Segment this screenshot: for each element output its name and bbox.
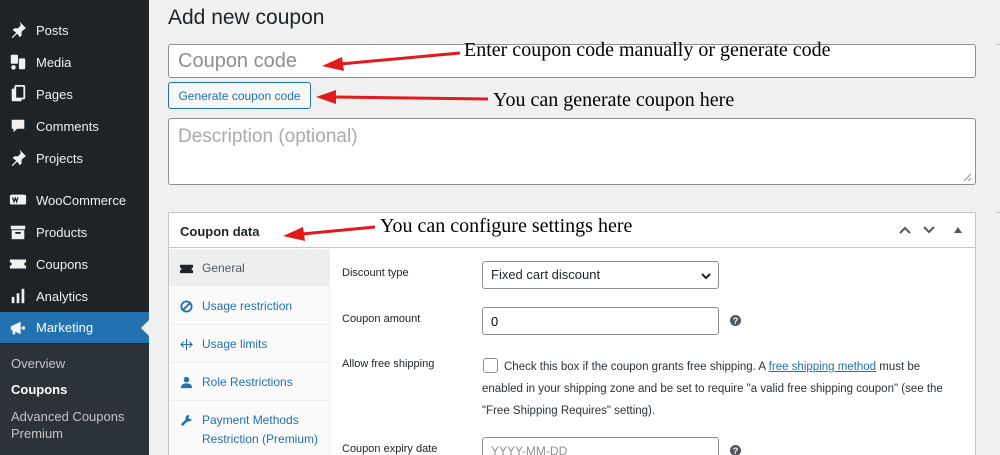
woo-icon bbox=[8, 190, 28, 210]
panel-title: Coupon data bbox=[180, 224, 260, 239]
chevron-up-icon[interactable] bbox=[897, 222, 913, 238]
sidebar-item-projects[interactable]: Projects bbox=[0, 143, 149, 173]
ticket-icon bbox=[179, 261, 193, 275]
tab-usage-restriction[interactable]: Usage restriction bbox=[169, 287, 330, 325]
annotation-settings: You can configure settings here bbox=[380, 215, 633, 237]
help-icon[interactable]: ? bbox=[730, 445, 741, 455]
expiry-date-input[interactable] bbox=[482, 437, 719, 455]
block-icon bbox=[179, 299, 193, 313]
resize-grip-icon[interactable] bbox=[962, 172, 972, 182]
pin-icon bbox=[8, 148, 28, 168]
sidebar-item-label: Analytics bbox=[36, 288, 89, 304]
description-textarea[interactable] bbox=[168, 118, 976, 185]
expiry-date-label: Coupon expiry date bbox=[342, 443, 438, 455]
coupon-data-panel: Coupon data General Usage restriction Us… bbox=[168, 212, 976, 455]
page-title: Add new coupon bbox=[168, 6, 325, 29]
sidebar-item-woocommerce[interactable]: WooCommerce bbox=[0, 185, 149, 215]
wrench-icon bbox=[179, 413, 193, 427]
ticket-icon bbox=[8, 254, 28, 274]
submenu-overview[interactable]: Overview bbox=[11, 355, 141, 372]
coupon-amount-input[interactable] bbox=[482, 307, 719, 335]
submenu-coupons[interactable]: Coupons bbox=[11, 381, 141, 398]
pin-icon bbox=[8, 20, 28, 40]
sidebar-item-label: Pages bbox=[36, 86, 73, 102]
sidebar-item-label: Products bbox=[36, 224, 88, 240]
coupon-amount-label: Coupon amount bbox=[342, 313, 421, 325]
submenu-advanced-coupons[interactable]: Advanced Coupons Premium bbox=[11, 408, 141, 442]
pages-icon bbox=[8, 84, 28, 104]
annotation-coupon-code: Enter coupon code manually or generate c… bbox=[464, 39, 831, 61]
sidebar-item-label: Projects bbox=[36, 150, 83, 166]
free-shipping-description: Check this box if the coupon grants free… bbox=[482, 361, 943, 417]
free-shipping-method-link[interactable]: free shipping method bbox=[769, 361, 876, 373]
generate-coupon-button[interactable]: Generate coupon code bbox=[168, 82, 311, 109]
sidebar-item-coupons[interactable]: Coupons bbox=[0, 249, 149, 279]
sidebar-item-marketing[interactable]: Marketing bbox=[0, 312, 149, 343]
sidebar-item-products[interactable]: Products bbox=[0, 217, 149, 247]
tab-general[interactable]: General bbox=[169, 249, 330, 286]
help-icon[interactable]: ? bbox=[730, 315, 741, 326]
megaphone-icon bbox=[8, 318, 28, 338]
chevron-down-icon bbox=[701, 273, 711, 280]
comment-icon bbox=[8, 116, 28, 136]
sidebar-item-posts[interactable]: Posts bbox=[0, 15, 149, 45]
discount-type-label: Discount type bbox=[342, 267, 409, 279]
limits-icon bbox=[179, 337, 193, 351]
sidebar-item-comments[interactable]: Comments bbox=[0, 111, 149, 141]
sidebar-item-analytics[interactable]: Analytics bbox=[0, 281, 149, 311]
archive-icon bbox=[8, 222, 28, 242]
admin-sidebar: Posts Media Pages Comments Projects WooC… bbox=[0, 0, 149, 455]
sidebar-item-label: Media bbox=[36, 54, 72, 70]
arrow-line bbox=[333, 95, 489, 101]
sidebar-item-pages[interactable]: Pages bbox=[0, 79, 149, 109]
sidebar-item-label: Marketing bbox=[36, 320, 94, 335]
sidebar-item-label: Comments bbox=[36, 118, 99, 134]
divider bbox=[996, 212, 1000, 213]
sidebar-item-label: WooCommerce bbox=[36, 192, 127, 208]
discount-type-select[interactable]: Fixed cart discount bbox=[482, 261, 719, 289]
sidebar-item-media[interactable]: Media bbox=[0, 47, 149, 77]
tab-usage-limits[interactable]: Usage limits bbox=[169, 325, 330, 363]
divider bbox=[996, 44, 1000, 45]
tab-payment-methods[interactable]: Payment Methods Restriction (Premium) bbox=[169, 401, 330, 455]
sidebar-item-label: Coupons bbox=[36, 256, 89, 272]
chevron-down-icon[interactable] bbox=[921, 222, 937, 238]
marketing-submenu: Overview Coupons Advanced Coupons Premiu… bbox=[0, 344, 149, 455]
annotation-generate: You can generate coupon here bbox=[493, 89, 735, 111]
sidebar-item-label: Posts bbox=[36, 22, 69, 38]
user-icon bbox=[179, 375, 193, 389]
panel-tabs: General Usage restriction Usage limits R… bbox=[169, 249, 330, 455]
free-shipping-label: Allow free shipping bbox=[342, 358, 435, 370]
tab-role-restrictions[interactable]: Role Restrictions bbox=[169, 363, 330, 401]
arrowhead-icon bbox=[316, 90, 336, 104]
bar-chart-icon bbox=[8, 286, 28, 306]
collapse-triangle-icon[interactable] bbox=[950, 222, 966, 238]
media-icon bbox=[8, 52, 28, 72]
